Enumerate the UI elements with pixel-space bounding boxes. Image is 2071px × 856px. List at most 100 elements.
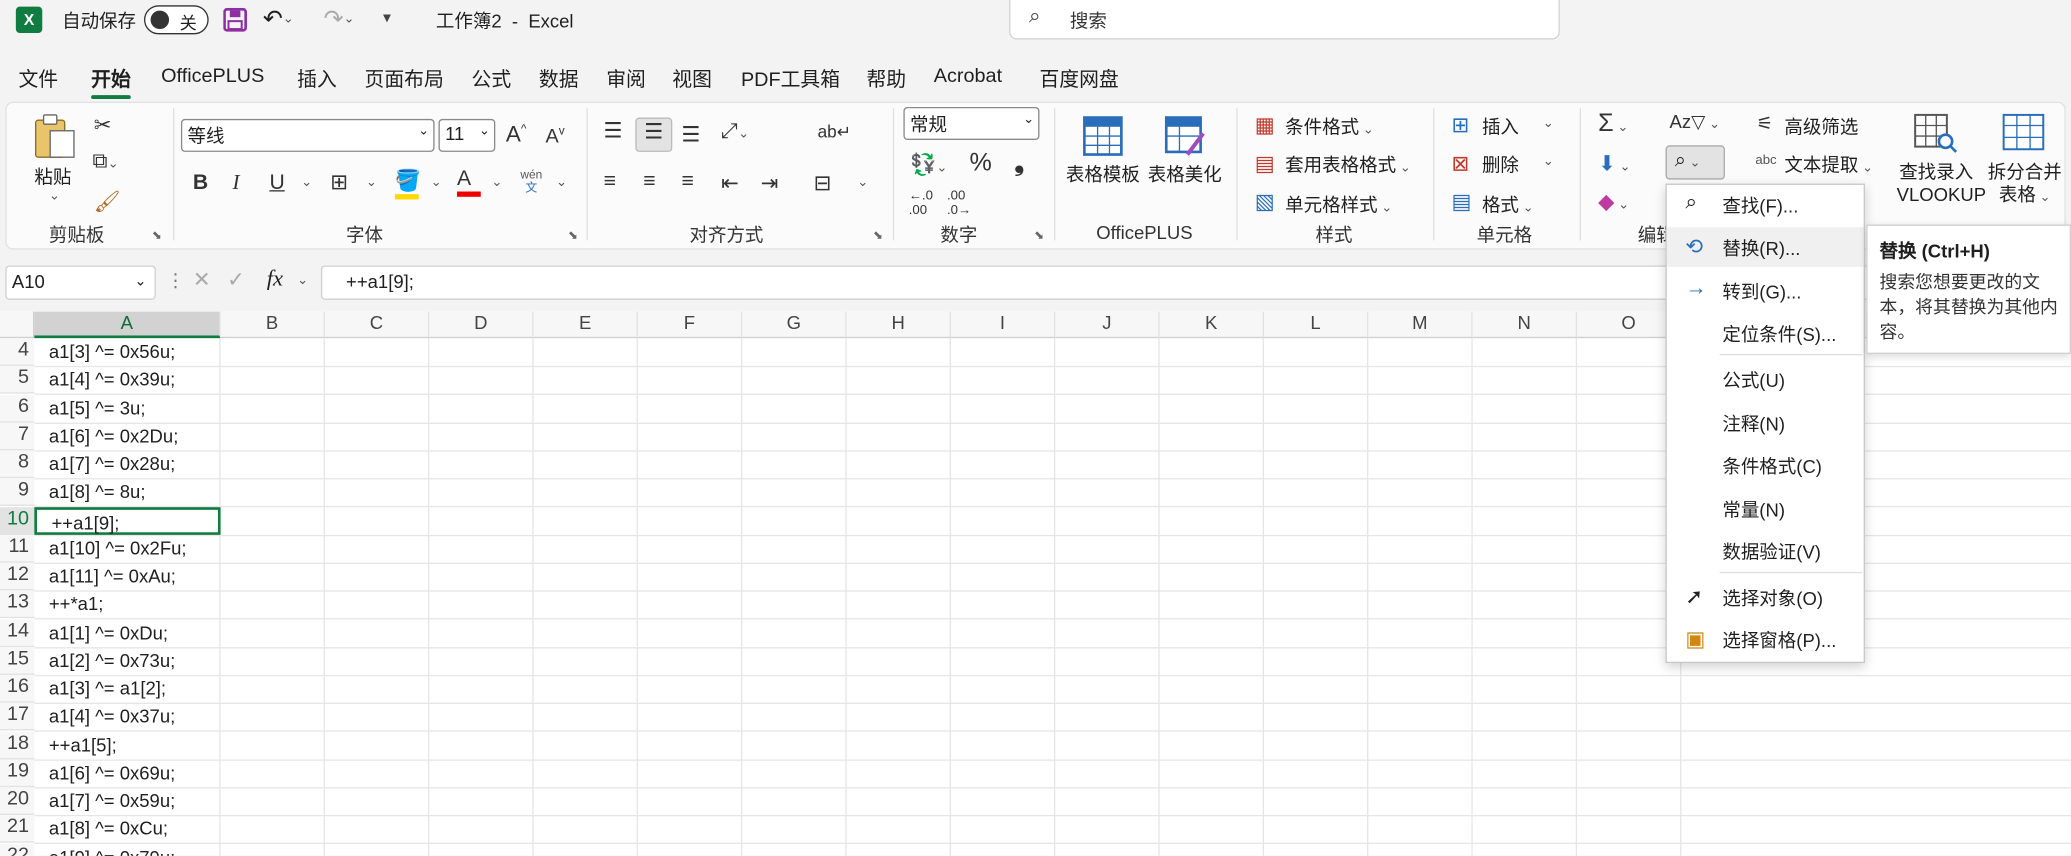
- column-header[interactable]: C: [324, 311, 430, 339]
- vlookup-icon[interactable]: [1911, 108, 1959, 156]
- select-all-corner[interactable]: [0, 311, 35, 339]
- cancel-icon[interactable]: ✕: [193, 267, 211, 293]
- cell-a[interactable]: ++a1[5];: [34, 731, 220, 759]
- delete-cells-button[interactable]: 删除: [1482, 152, 1519, 178]
- name-box[interactable]: A10 ⌄: [5, 265, 156, 300]
- menu-item-formulas[interactable]: 公式(U): [1667, 359, 1864, 399]
- menu-item-data-validation[interactable]: 数据验证(V): [1667, 531, 1864, 571]
- enter-icon[interactable]: ✓: [227, 267, 245, 293]
- percent-button[interactable]: %: [969, 149, 991, 178]
- column-header[interactable]: E: [533, 311, 638, 339]
- column-header[interactable]: H: [846, 311, 951, 339]
- row-header[interactable]: 9: [0, 478, 35, 507]
- column-header[interactable]: J: [1055, 311, 1160, 339]
- font-color-icon[interactable]: A: [456, 168, 481, 197]
- column-header[interactable]: M: [1368, 311, 1473, 339]
- align-right-icon[interactable]: ≡: [682, 170, 694, 194]
- align-bottom-icon[interactable]: ☰: [682, 122, 701, 148]
- more-options-icon[interactable]: ⋮: [166, 269, 184, 291]
- column-header[interactable]: I: [950, 311, 1056, 339]
- autosave-toggle[interactable]: 关: [143, 5, 209, 35]
- align-top-icon[interactable]: ☰: [604, 118, 623, 144]
- format-cells-icon[interactable]: ▤: [1452, 189, 1472, 215]
- row-header[interactable]: 7: [0, 422, 35, 451]
- tab-view[interactable]: 视图: [672, 65, 712, 93]
- increase-decimal-icon[interactable]: ←.0.00: [909, 189, 933, 218]
- advanced-filter-icon[interactable]: ⚟: [1757, 112, 1774, 134]
- cell-a[interactable]: a1[1] ^= 0xDu;: [34, 619, 220, 647]
- merge-center-icon[interactable]: ⊟: [814, 170, 832, 196]
- menu-item-notes[interactable]: 注释(N): [1667, 403, 1864, 443]
- paste-dropdown-icon[interactable]: ⌄: [49, 189, 60, 204]
- increase-indent-icon[interactable]: ⇥: [761, 170, 779, 196]
- insert-cells-button[interactable]: 插入: [1482, 114, 1519, 140]
- comma-style-button[interactable]: ❟: [1014, 149, 1024, 178]
- cell-styles-button[interactable]: 单元格样式 ⌄: [1285, 192, 1392, 218]
- font-color-dropdown-icon[interactable]: ⌄: [491, 176, 502, 191]
- delete-dropdown-icon[interactable]: ⌄: [1543, 155, 1554, 170]
- conditional-format-button[interactable]: 条件格式 ⌄: [1285, 114, 1374, 140]
- fill-color-icon[interactable]: 🪣: [394, 168, 421, 200]
- column-header[interactable]: K: [1159, 311, 1265, 339]
- row-header[interactable]: 4: [0, 338, 35, 366]
- cell-a[interactable]: a1[7] ^= 0x28u;: [34, 450, 220, 478]
- row-header[interactable]: 22: [0, 843, 35, 856]
- format-painter-icon[interactable]: 🖌: [94, 189, 121, 215]
- decrease-decimal-icon[interactable]: .00.0→: [947, 189, 971, 218]
- insert-dropdown-icon[interactable]: ⌄: [1543, 116, 1554, 131]
- align-left-icon[interactable]: ≡: [604, 170, 616, 194]
- wrap-text-icon[interactable]: ab↵: [818, 122, 851, 143]
- cell-a[interactable]: a1[10] ^= 0x2Fu;: [34, 535, 220, 563]
- fx-dropdown-icon[interactable]: ⌄: [297, 273, 308, 288]
- row-header[interactable]: 15: [0, 646, 35, 675]
- cell-a[interactable]: a1[3] ^= a1[2];: [34, 675, 220, 703]
- row-header[interactable]: 21: [0, 815, 35, 844]
- shrink-font-icon[interactable]: Av: [545, 124, 564, 148]
- border-dropdown-icon[interactable]: ⌄: [366, 176, 377, 191]
- menu-item-goto-special[interactable]: 定位条件(S)...: [1667, 313, 1864, 353]
- cell-a[interactable]: a1[6] ^= 0x2Du;: [34, 422, 220, 450]
- font-name-combo[interactable]: 等线 ⌄: [180, 118, 435, 152]
- fill-icon[interactable]: ⬇ ⌄: [1598, 151, 1630, 177]
- column-header[interactable]: B: [220, 311, 325, 339]
- grow-font-icon[interactable]: A^: [506, 122, 527, 148]
- tab-file[interactable]: 文件: [18, 65, 58, 93]
- border-icon[interactable]: ⊞: [330, 169, 348, 195]
- tab-data[interactable]: 数据: [539, 65, 579, 93]
- row-header[interactable]: 12: [0, 562, 35, 591]
- paste-icon[interactable]: [30, 112, 78, 160]
- table-template-icon[interactable]: [1080, 114, 1125, 159]
- menu-item-conditional-formatting[interactable]: 条件格式(C): [1667, 445, 1864, 485]
- bold-button[interactable]: B: [193, 172, 208, 196]
- cut-icon[interactable]: ✂: [94, 112, 112, 138]
- cell-styles-icon[interactable]: ▧: [1255, 189, 1275, 215]
- cell-a[interactable]: a1[5] ^= 3u;: [34, 394, 220, 422]
- row-header[interactable]: 16: [0, 674, 35, 703]
- delete-cells-icon[interactable]: ⊠: [1452, 151, 1470, 177]
- phonetic-icon[interactable]: wén 文: [520, 168, 542, 194]
- row-header[interactable]: 11: [0, 534, 35, 563]
- tab-review[interactable]: 审阅: [606, 65, 646, 93]
- conditional-format-icon[interactable]: ▦: [1255, 112, 1275, 138]
- menu-item-constants[interactable]: 常量(N): [1667, 489, 1864, 529]
- paste-button[interactable]: 粘贴: [34, 164, 71, 190]
- insert-function-button[interactable]: fx: [267, 265, 283, 291]
- align-middle-icon[interactable]: ☰: [635, 117, 673, 152]
- cell-a[interactable]: a1[3] ^= 0x56u;: [34, 338, 220, 366]
- tab-home[interactable]: 开始: [91, 65, 131, 100]
- menu-item-find[interactable]: ⌕ 查找(F)...: [1667, 185, 1864, 225]
- customize-quick-access-icon[interactable]: ▾: [383, 8, 391, 26]
- row-header[interactable]: 13: [0, 590, 35, 619]
- orientation-icon[interactable]: ⤢⌄: [721, 120, 749, 144]
- column-header[interactable]: A: [34, 311, 221, 339]
- find-select-button[interactable]: ⌕ ⌄: [1665, 145, 1725, 180]
- alignment-launcher-icon[interactable]: ⬊: [873, 228, 883, 243]
- vlookup-button[interactable]: 查找录入 VLOOKUP: [1897, 161, 1986, 206]
- menu-item-goto[interactable]: → 转到(G)...: [1667, 271, 1864, 311]
- phonetic-dropdown-icon[interactable]: ⌄: [556, 176, 567, 191]
- column-header[interactable]: N: [1472, 311, 1578, 339]
- fill-color-dropdown-icon[interactable]: ⌄: [431, 176, 442, 191]
- format-as-table-icon[interactable]: ▤: [1255, 151, 1275, 177]
- table-beautify-button[interactable]: 表格美化: [1148, 161, 1222, 187]
- column-header[interactable]: D: [429, 311, 534, 339]
